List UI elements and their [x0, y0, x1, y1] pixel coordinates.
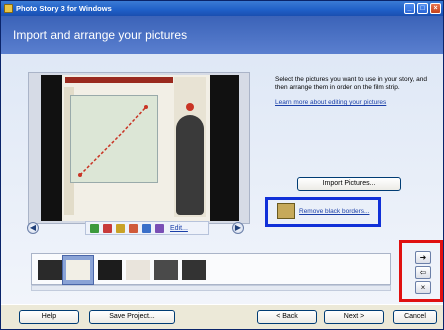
previous-picture-button[interactable]: ◀ [27, 222, 39, 234]
poster-header [65, 77, 173, 83]
picture-preview [41, 75, 239, 221]
window-controls: _ □ × [404, 3, 441, 14]
move-right-button[interactable]: ➜ [415, 251, 431, 264]
help-button[interactable]: Help [19, 310, 79, 324]
edit-icon[interactable] [155, 223, 164, 233]
film-strip-thumbnail[interactable] [98, 260, 122, 280]
window-title: Photo Story 3 for Windows [16, 4, 112, 13]
move-left-button[interactable]: ⇦ [415, 266, 431, 279]
next-picture-button[interactable]: ▶ [232, 222, 244, 234]
instructions-text: Select the pictures you want to use in y… [275, 76, 427, 91]
remove-black-borders-link[interactable]: Remove black borders... [299, 208, 369, 215]
rotate-left-icon[interactable] [90, 223, 99, 233]
maximize-button[interactable]: □ [417, 3, 428, 14]
page-header: Import and arrange your pictures [1, 16, 443, 54]
auto-fix-icon[interactable] [142, 223, 151, 233]
cancel-button[interactable]: Cancel [393, 310, 437, 324]
film-strip-thumbnail[interactable] [126, 260, 150, 280]
close-button[interactable]: × [430, 3, 441, 14]
delete-picture-button[interactable]: × [415, 281, 431, 294]
color-icon[interactable] [116, 223, 125, 233]
red-eye-icon[interactable] [129, 223, 138, 233]
film-strip [31, 253, 391, 285]
rotate-right-icon[interactable] [103, 223, 112, 233]
edit-link[interactable]: Edit... [170, 225, 188, 232]
film-strip-thumbnail[interactable] [182, 260, 206, 280]
film-strip-thumbnail[interactable] [154, 260, 178, 280]
page-title: Import and arrange your pictures [13, 28, 188, 42]
poster-marker [186, 103, 194, 111]
preview-image [62, 75, 210, 221]
poster-bomb-illustration [176, 115, 204, 215]
film-strip-thumbnail[interactable] [66, 260, 90, 280]
film-strip-scrollbar[interactable] [31, 285, 391, 291]
app-window: Photo Story 3 for Windows _ □ × Import a… [0, 0, 444, 330]
minimize-button[interactable]: _ [404, 3, 415, 14]
import-pictures-button[interactable]: Import Pictures... [297, 177, 401, 191]
back-button[interactable]: < Back [257, 310, 317, 324]
learn-more-link[interactable]: Learn more about editing your pictures [275, 99, 386, 106]
app-icon [4, 4, 13, 13]
wizard-footer: Help Save Project... < Back Next > Cance… [1, 304, 443, 329]
remove-borders-icon[interactable] [277, 203, 295, 219]
flight-path-graphic [78, 105, 148, 177]
title-bar: Photo Story 3 for Windows _ □ × [1, 1, 443, 16]
next-button[interactable]: Next > [324, 310, 384, 324]
edit-toolbar: Edit... [85, 221, 209, 235]
save-project-button[interactable]: Save Project... [89, 310, 175, 324]
film-strip-thumbnail[interactable] [38, 260, 62, 280]
